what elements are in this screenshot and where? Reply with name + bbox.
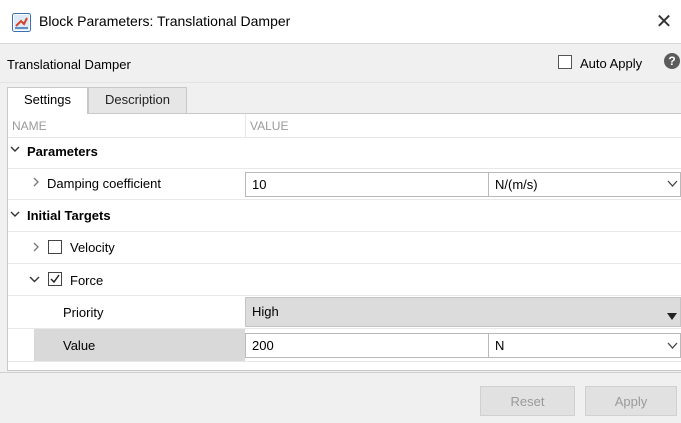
damping-coefficient-label: Damping coefficient xyxy=(47,176,161,191)
tab-settings[interactable]: Settings xyxy=(7,87,88,114)
priority-select[interactable]: High xyxy=(245,297,681,327)
simulink-block-icon xyxy=(12,13,31,32)
auto-apply-checkbox[interactable] xyxy=(558,55,572,69)
footer-divider xyxy=(0,372,681,373)
apply-button[interactable]: Apply xyxy=(585,386,677,416)
expand-chevron-right-icon[interactable] xyxy=(31,241,41,255)
row-divider xyxy=(8,295,681,296)
dialog-footer xyxy=(0,372,681,423)
force-value-unit-select[interactable]: N xyxy=(488,333,681,358)
tab-description[interactable]: Description xyxy=(88,87,187,113)
row-divider xyxy=(8,137,681,138)
help-icon[interactable]: ? xyxy=(664,53,680,69)
column-header-name: NAME xyxy=(12,119,47,133)
velocity-checkbox[interactable] xyxy=(48,240,62,254)
column-header-value: VALUE xyxy=(250,119,289,133)
force-checkbox[interactable] xyxy=(48,272,62,286)
dropdown-chevron-icon[interactable] xyxy=(667,340,678,354)
velocity-label: Velocity xyxy=(70,240,115,255)
reset-button[interactable]: Reset xyxy=(480,386,575,416)
row-divider xyxy=(8,263,681,264)
expand-chevron-down-icon[interactable] xyxy=(10,208,20,222)
row-divider xyxy=(8,231,681,232)
checkmark-icon xyxy=(50,274,60,284)
row-divider xyxy=(8,199,681,200)
dropdown-triangle-icon[interactable] xyxy=(667,308,677,323)
section-initial-targets[interactable]: Initial Targets xyxy=(27,208,111,223)
force-value-input[interactable]: 200 xyxy=(245,333,489,358)
block-name: Translational Damper xyxy=(7,57,131,72)
close-button[interactable]: ✕ xyxy=(651,8,677,36)
damping-coefficient-input[interactable]: 10 xyxy=(245,172,489,197)
row-divider xyxy=(8,361,681,362)
force-value-label: Value xyxy=(63,338,96,353)
priority-label: Priority xyxy=(63,305,104,320)
expand-chevron-down-icon[interactable] xyxy=(29,273,40,287)
force-label: Force xyxy=(70,273,104,288)
damping-coefficient-unit-select[interactable]: N/(m/s) xyxy=(488,172,681,197)
window-title: Block Parameters: Translational Damper xyxy=(39,13,291,29)
column-divider xyxy=(245,114,246,137)
expand-chevron-down-icon[interactable] xyxy=(10,143,20,157)
row-divider xyxy=(8,168,681,169)
expand-chevron-right-icon[interactable] xyxy=(31,176,41,190)
auto-apply-label[interactable]: Auto Apply xyxy=(580,56,642,71)
section-parameters[interactable]: Parameters xyxy=(27,144,98,159)
dropdown-chevron-icon[interactable] xyxy=(667,178,678,192)
